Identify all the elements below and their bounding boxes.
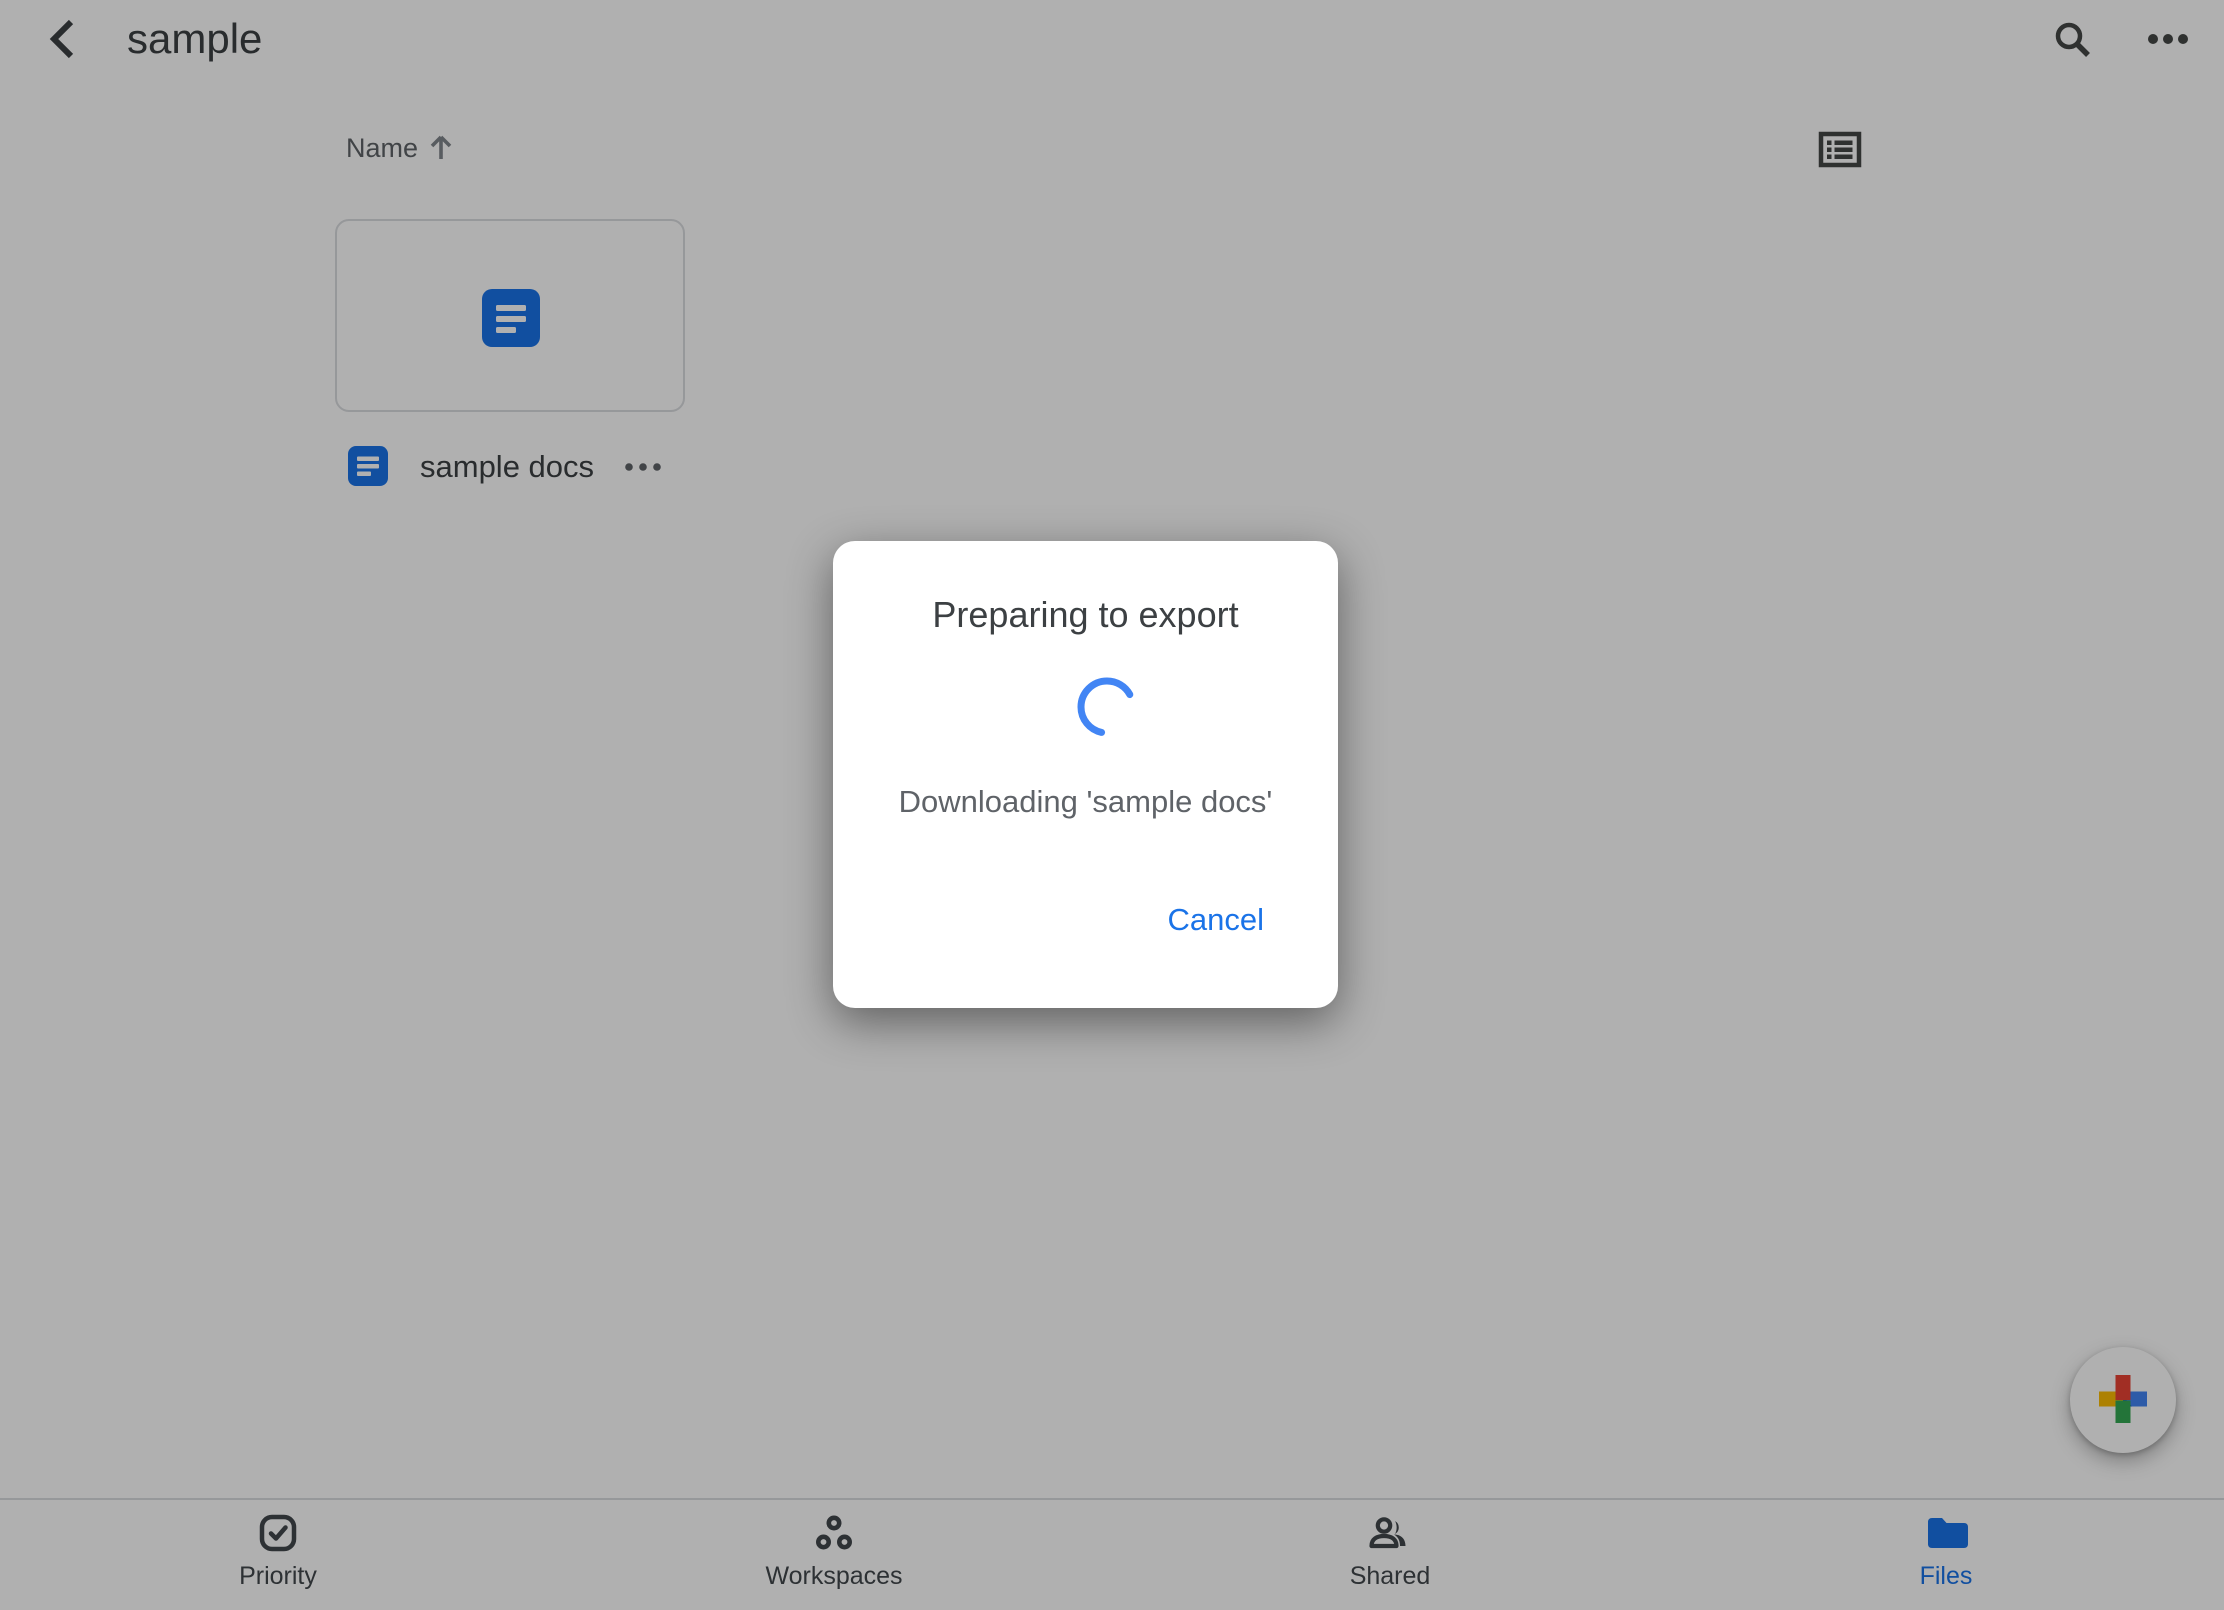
dialog-title: Preparing to export	[833, 593, 1338, 637]
preparing-to-export-dialog: Preparing to export Downloading 'sample …	[833, 541, 1338, 1008]
dialog-message: Downloading 'sample docs'	[833, 782, 1338, 822]
cancel-button[interactable]: Cancel	[1158, 896, 1275, 944]
loading-spinner-icon	[1075, 675, 1139, 739]
